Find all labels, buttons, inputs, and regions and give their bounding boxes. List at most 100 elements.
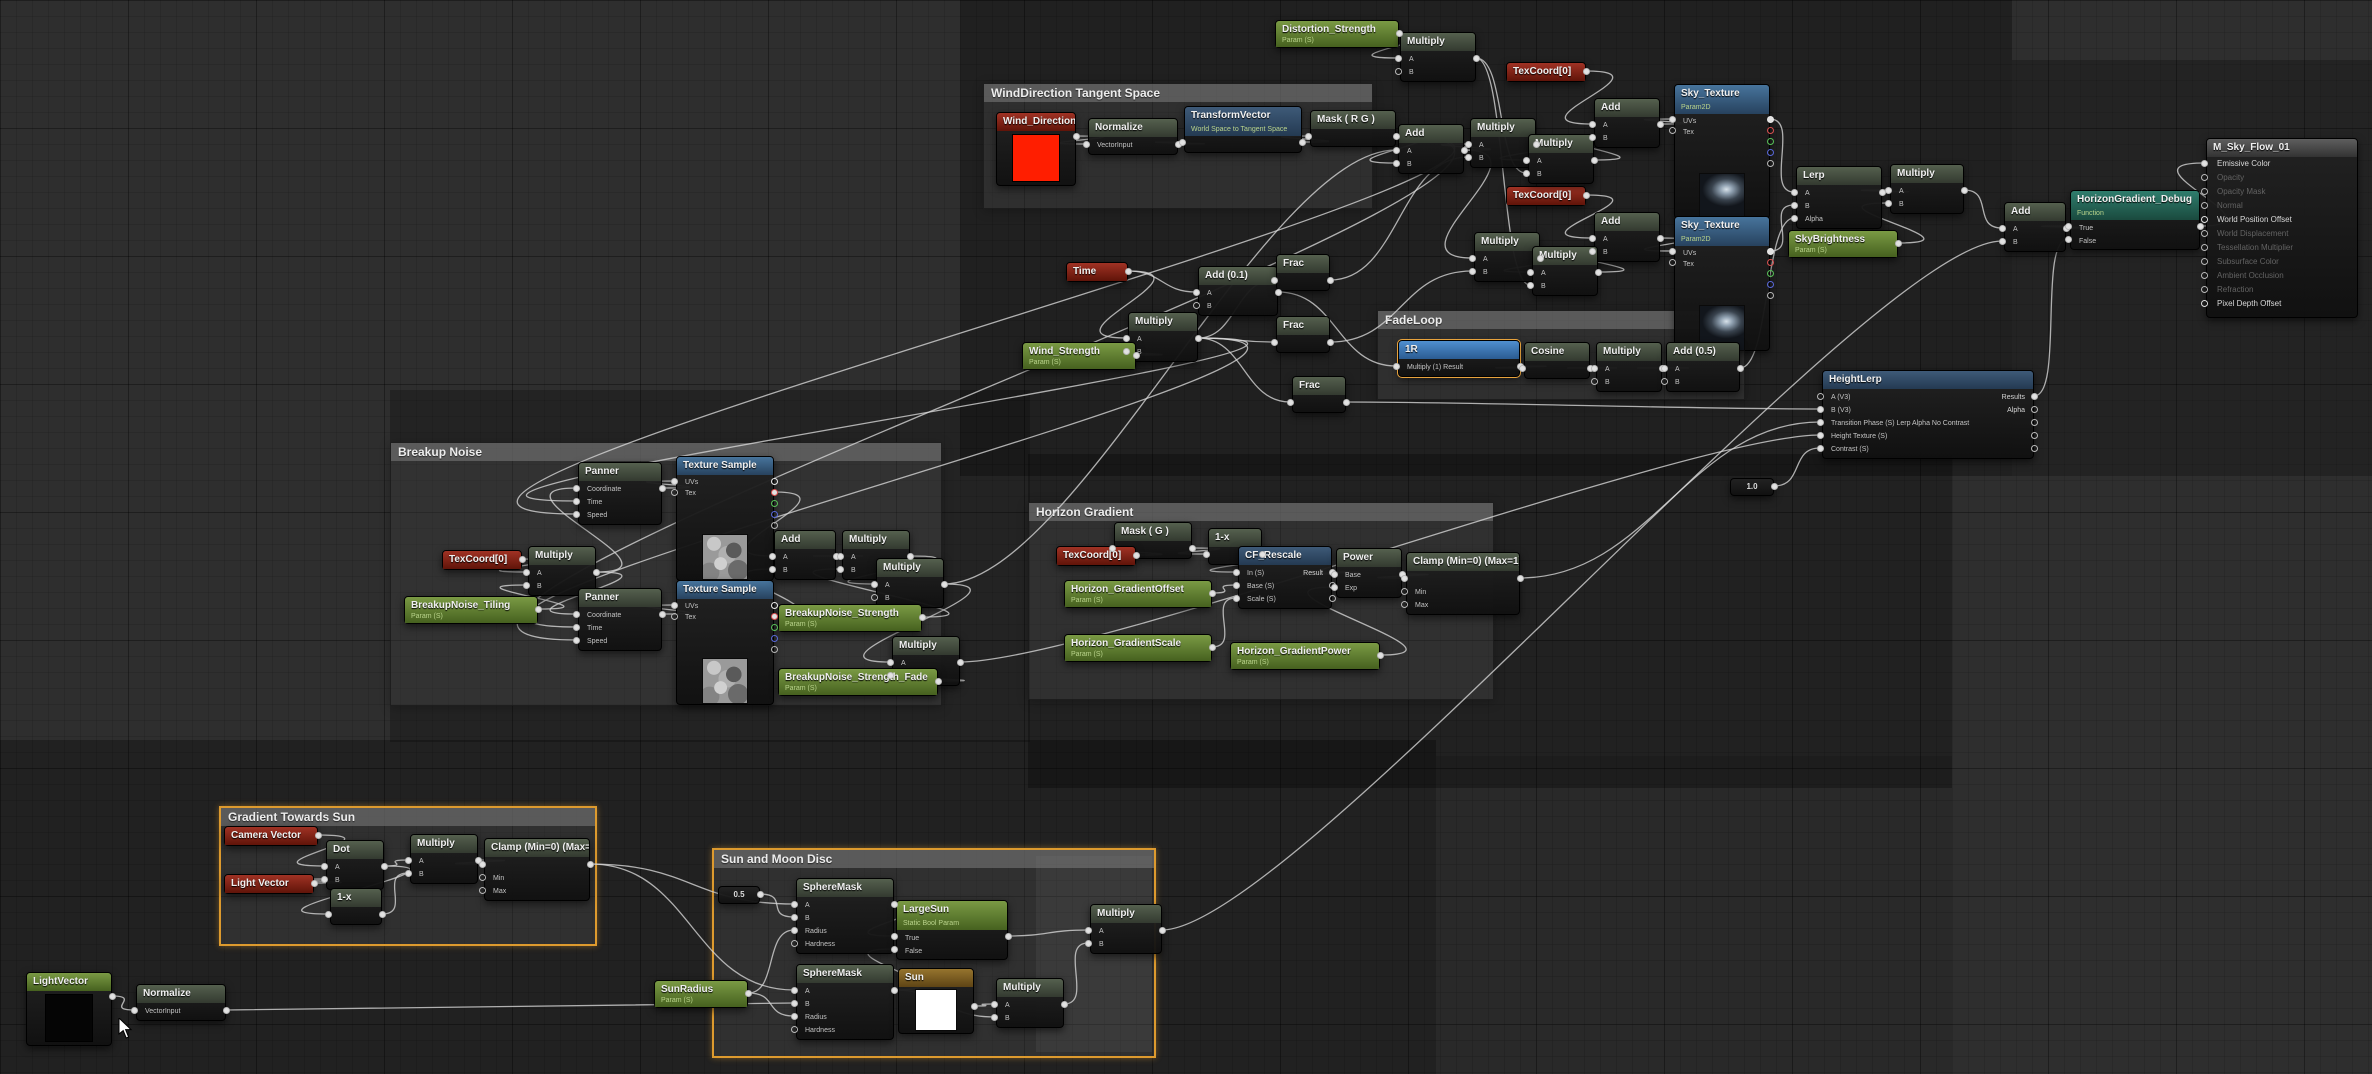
wire-time_node-to-add_01[interactable] xyxy=(1128,271,1196,292)
wire-frac2-to-mul_mid3[interactable] xyxy=(1330,271,1472,342)
node-clamp-min-0-max-1-clamp_gts[interactable]: Clamp (Min=0) (Max=1)MinMax xyxy=(484,838,590,901)
output-pin[interactable] xyxy=(1583,192,1590,199)
node-horizongradient-debug-hg_debug[interactable]: HorizonGradient_DebugFunctionTrueFalse xyxy=(2070,190,2200,250)
input-pin[interactable] xyxy=(573,498,580,505)
output-pin[interactable] xyxy=(1537,255,1544,262)
node-texcoord-0-texcoord_4[interactable]: TexCoord[0] xyxy=(1056,546,1136,566)
output-pin[interactable] xyxy=(1767,149,1774,156)
output-pin[interactable] xyxy=(771,646,778,653)
output-pin[interactable] xyxy=(593,569,600,576)
output-pin[interactable] xyxy=(941,581,948,588)
input-pin[interactable] xyxy=(1885,200,1892,207)
input-pin[interactable] xyxy=(1287,399,1294,406)
node-spheremask-spheremask2[interactable]: SphereMaskABRadiusHardness xyxy=(796,964,894,1040)
input-pin[interactable] xyxy=(2065,236,2072,243)
output-pin[interactable] xyxy=(1259,551,1266,558)
input-pin[interactable] xyxy=(671,489,678,496)
input-pin[interactable] xyxy=(1401,601,1408,608)
input-pin[interactable] xyxy=(1109,545,1116,552)
wire-mul_after_lerp-to-add_final[interactable] xyxy=(1964,190,2002,228)
node-cf-rescale-cf_rescale[interactable]: CF_RescaleIn (S)ResultBase (S)Scale (S) xyxy=(1238,546,1332,609)
node-wind-direction-wind_direction[interactable]: Wind_Direction xyxy=(996,112,1076,186)
input-pin[interactable] xyxy=(791,1000,798,1007)
output-pin[interactable] xyxy=(1473,55,1480,62)
wire-heightlerp-to-hg_debug[interactable] xyxy=(2034,239,2068,396)
wire-frac1-to-mul_mid1[interactable] xyxy=(1330,157,1468,280)
input-pin[interactable] xyxy=(1817,406,1824,413)
input-pin[interactable] xyxy=(1271,277,1278,284)
output-pin[interactable] xyxy=(1275,289,1282,296)
output-pin[interactable] xyxy=(907,553,914,560)
graph-canvas[interactable]: WindDirection Tangent SpaceFadeLoopBreak… xyxy=(0,0,2372,1074)
input-pin[interactable] xyxy=(1661,365,1668,372)
node-distortion-strength-distortion_strength[interactable]: Distortion_StrengthParam (S) xyxy=(1275,20,1399,48)
input-pin[interactable] xyxy=(1393,147,1400,154)
output-pin[interactable] xyxy=(1767,127,1774,134)
input-pin[interactable] xyxy=(1179,139,1186,146)
output-pin[interactable] xyxy=(1767,160,1774,167)
input-pin[interactable] xyxy=(1999,225,2006,232)
node-normalize-normalize_2[interactable]: NormalizeVectorInput xyxy=(136,984,226,1021)
node-multiply-mul_gts[interactable]: MultiplyAB xyxy=(410,834,478,884)
input-pin[interactable] xyxy=(321,863,328,870)
output-pin[interactable] xyxy=(1125,268,1132,275)
node-texture-sample-texsample1[interactable]: Texture SampleUVsTex xyxy=(676,456,774,581)
wire-frac3-to-heightlerp[interactable] xyxy=(1346,402,1820,409)
output-pin[interactable] xyxy=(1595,269,1602,276)
input-pin[interactable] xyxy=(2201,188,2208,195)
output-pin[interactable] xyxy=(2031,393,2038,400)
output-pin[interactable] xyxy=(771,478,778,485)
output-pin[interactable] xyxy=(659,485,666,492)
output-pin[interactable] xyxy=(1517,575,1524,582)
output-pin[interactable] xyxy=(1767,259,1774,266)
input-pin[interactable] xyxy=(1661,378,1668,385)
node-mask-r-g-mask_rg[interactable]: Mask ( R G ) xyxy=(1310,110,1396,147)
output-pin[interactable] xyxy=(1591,157,1598,164)
input-pin[interactable] xyxy=(573,637,580,644)
output-pin[interactable] xyxy=(1133,352,1140,359)
output-pin[interactable] xyxy=(1377,652,1384,659)
wire-const_small-to-heightlerp[interactable] xyxy=(1774,448,1820,486)
input-pin[interactable] xyxy=(573,624,580,631)
input-pin[interactable] xyxy=(671,478,678,485)
input-pin[interactable] xyxy=(1083,141,1090,148)
node-frac-frac1[interactable]: Frac xyxy=(1276,254,1330,291)
input-pin[interactable] xyxy=(479,874,486,881)
node-add-add_uv2[interactable]: AddAB xyxy=(1594,212,1660,262)
input-pin[interactable] xyxy=(671,602,678,609)
output-pin[interactable] xyxy=(1771,483,1778,490)
output-pin[interactable] xyxy=(1393,133,1400,140)
node-lightvector-light_vector_sw[interactable]: LightVector xyxy=(26,972,112,1046)
output-pin[interactable] xyxy=(757,891,764,898)
output-pin[interactable] xyxy=(1189,545,1196,552)
input-pin[interactable] xyxy=(1885,187,1892,194)
node-multiply-mul_half[interactable]: MultiplyAB xyxy=(1596,342,1662,392)
node-lerp-lerp_main[interactable]: LerpABAlpha xyxy=(1796,166,1882,229)
output-pin[interactable] xyxy=(1767,116,1774,123)
input-pin[interactable] xyxy=(1589,235,1596,242)
node-1-x-oneminus_gts[interactable]: 1-x xyxy=(330,888,382,925)
node-horizon-gradientoffset-h_offset[interactable]: Horizon_GradientOffsetParam (S) xyxy=(1064,580,1212,608)
input-pin[interactable] xyxy=(1401,575,1408,582)
output-pin[interactable] xyxy=(1767,138,1774,145)
node-cosine-cosine[interactable]: Cosine xyxy=(1524,342,1590,379)
output-pin[interactable] xyxy=(891,901,898,908)
output-pin[interactable] xyxy=(1657,235,1664,242)
input-pin[interactable] xyxy=(1469,268,1476,275)
wire-sunradius-to-spheremask1[interactable] xyxy=(748,930,794,993)
node-largesun-largesun[interactable]: LargeSunStatic Bool ParamTrueFalse xyxy=(896,900,1008,960)
node-1-0-const_small[interactable]: 1.0 xyxy=(1730,478,1774,496)
output-pin[interactable] xyxy=(1159,927,1166,934)
input-pin[interactable] xyxy=(1193,302,1200,309)
node-breakupnoise-strength-fade-bn_strength_fade[interactable]: BreakupNoise_Strength_FadeParam (S) xyxy=(778,668,938,696)
input-pin[interactable] xyxy=(479,861,486,868)
input-pin[interactable] xyxy=(523,569,530,576)
input-pin[interactable] xyxy=(1193,289,1200,296)
input-pin[interactable] xyxy=(2201,272,2208,279)
input-pin[interactable] xyxy=(523,582,530,589)
input-pin[interactable] xyxy=(1817,393,1824,400)
node-texcoord-0-texcoord_3[interactable]: TexCoord[0] xyxy=(442,550,522,570)
input-pin[interactable] xyxy=(1669,127,1676,134)
node-horizon-gradientscale-h_scale[interactable]: Horizon_GradientScaleParam (S) xyxy=(1064,634,1212,662)
input-pin[interactable] xyxy=(1589,248,1596,255)
